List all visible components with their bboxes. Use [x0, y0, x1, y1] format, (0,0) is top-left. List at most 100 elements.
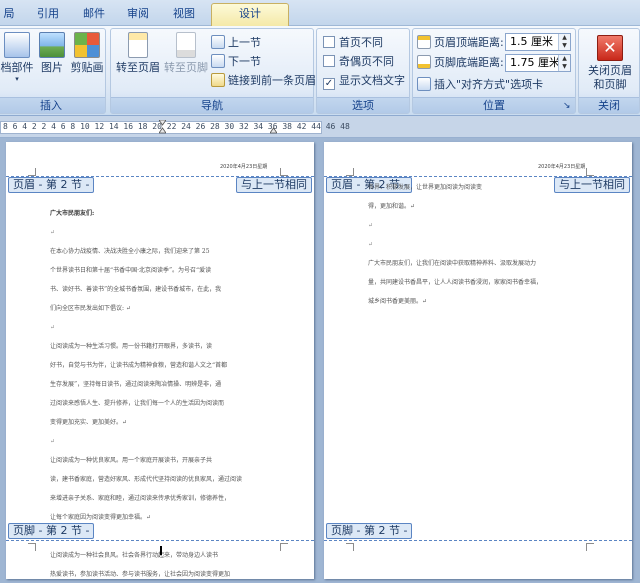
- right-indent-marker-icon[interactable]: [269, 120, 278, 134]
- header-date-field[interactable]: 2020年4月23日星期: [538, 163, 585, 170]
- previous-section-icon: [211, 35, 225, 49]
- insert-group: 档部件 ▾ 图片 剪贴画 插入: [0, 28, 106, 114]
- footer-bottom-distance-text: 页脚底端距离:: [434, 56, 504, 69]
- previous-section-label: 上一节: [228, 36, 261, 49]
- text-line: 让阅读成为一种生活习惯。用一份书籍打开眼界，多读书，读: [50, 343, 213, 350]
- header-top-distance-text: 页眉顶端距离:: [434, 36, 504, 49]
- different-first-page-label: 首页不同: [339, 36, 383, 49]
- document-page-right[interactable]: 2020年4月23日星期 页眉 - 第 2 节 - 与上一节相同 各界、积极发展…: [324, 142, 632, 579]
- text-line: 热爱读书，参加读书活动、参与读书服务，让社会因为阅读变得更加: [50, 571, 231, 578]
- header-section-tag: 页眉 - 第 2 节 -: [8, 177, 95, 193]
- picture-label: 图片: [41, 61, 63, 74]
- checkbox-unchecked-icon: [323, 36, 335, 48]
- dialog-launcher-icon[interactable]: ↘: [563, 101, 573, 111]
- text-line: 好书，自觉与书为伴，让读书成为精神食粮，营造和谐人文之“首都: [50, 362, 228, 369]
- text-line: 过阅读来感悟人生、提升修养，让我们每一个人的生活因为阅读而: [50, 400, 225, 407]
- header-top-distance-label: 页眉顶端距离:: [417, 35, 504, 51]
- goto-header-icon: [128, 32, 148, 58]
- crop-mark: [280, 543, 288, 551]
- text-line: 得，更加和谐。↵: [368, 203, 416, 210]
- spinner-arrows-icon[interactable]: ▲ ▼: [558, 34, 570, 50]
- options-group: 首页不同 奇偶页不同 ✓ 显示文档文字 选项: [316, 28, 410, 114]
- tab-layout[interactable]: 局: [0, 4, 22, 26]
- text-line: ↵: [50, 324, 56, 331]
- text-cursor: [160, 546, 162, 555]
- link-to-previous-label: 链接到前一条页眉: [228, 74, 316, 87]
- same-as-previous-tag: 与上一节相同: [554, 177, 630, 193]
- clipart-icon: [74, 32, 100, 58]
- header-top-distance-input[interactable]: 1.5 厘米 ▲ ▼: [505, 33, 571, 51]
- position-group: 页眉顶端距离: 1.5 厘米 ▲ ▼ 页脚底端距离: 1.75 厘米 ▲ ▼ 插入"…: [412, 28, 576, 114]
- tab-mailings[interactable]: 邮件: [76, 4, 112, 26]
- different-odd-even-label: 奇偶页不同: [339, 55, 394, 68]
- document-area: 2020年4月23日星期 页眉 - 第 2 节 - 与上一节相同 广大市民朋友们…: [0, 138, 640, 583]
- document-body-text[interactable]: 各界、积极发展，让世界更加阅读为阅读变 得，更加和谐。↵ ↵ ↵ 广大市民朋友们…: [368, 178, 542, 311]
- tab-review[interactable]: 审阅: [120, 4, 156, 26]
- goto-footer-icon: [176, 32, 196, 58]
- crop-mark: [28, 168, 36, 176]
- crop-mark: [28, 543, 36, 551]
- next-section-icon: [211, 54, 225, 68]
- header-date-field[interactable]: 2020年4月23日星期: [220, 163, 267, 170]
- text-line: 来增进亲子关系、家庭和睦，通过阅读来传承优秀家训，修德养性，: [50, 495, 231, 502]
- goto-header-button[interactable]: 转至页眉: [115, 32, 161, 75]
- goto-footer-label: 转至页脚: [164, 61, 208, 74]
- quick-parts-button[interactable]: 档部件 ▾: [0, 32, 35, 83]
- text-line: ↵: [50, 438, 56, 445]
- link-icon: [211, 73, 225, 87]
- crop-mark: [586, 168, 594, 176]
- clipart-label: 剪贴画: [70, 61, 104, 74]
- tab-design[interactable]: 设计: [211, 3, 289, 27]
- position-group-label: 位置: [413, 97, 575, 113]
- goto-footer-button[interactable]: 转至页脚: [163, 32, 209, 75]
- text-line: ↵: [368, 241, 374, 248]
- text-line: 广大市民朋友们，让我们在阅读中获取精神养料、汲取发展动力: [368, 260, 537, 267]
- close-header-footer-label-line1: 关闭页眉: [588, 64, 632, 77]
- text-line: 在本心协力战疫情、决战决胜全小康之际，我们迎来了第 25: [50, 248, 210, 255]
- horizontal-ruler[interactable]: 8 6 4 2 2 4 6 8 10 12 14 16 18 20 22 24 …: [0, 116, 640, 138]
- picture-icon: [39, 32, 65, 58]
- navigation-group: 转至页眉 转至页脚 上一节 下一节 链接到前一条页眉 导航: [110, 28, 316, 114]
- tab-view[interactable]: 视图: [166, 4, 202, 26]
- previous-section-button[interactable]: 上一节: [211, 35, 261, 51]
- insert-group-label: 插入: [0, 97, 105, 113]
- crop-mark: [346, 543, 354, 551]
- show-document-text-checkbox[interactable]: ✓ 显示文档文字: [323, 73, 405, 90]
- ruler-ticks: 8 6 4 2 2 4 6 8 10 12 14 16 18 20 22 24 …: [3, 122, 350, 131]
- header-position-icon: [417, 35, 431, 49]
- footer-bottom-distance-label: 页脚底端距离:: [417, 55, 504, 71]
- close-group-label: 关闭: [579, 97, 639, 113]
- alignment-tab-icon: [417, 77, 431, 91]
- clipart-button[interactable]: 剪贴画: [69, 32, 105, 75]
- text-line: 让阅读成为一种优良家风。用一个家庭开展读书，开展亲子共: [50, 457, 213, 464]
- next-section-button[interactable]: 下一节: [211, 54, 261, 70]
- checkbox-checked-icon: ✓: [323, 78, 335, 90]
- text-line: 量，共同建设书香昌平，让人人阅读书香浸润，家家阅书香幸福，: [368, 279, 543, 286]
- insert-alignment-tab-label: 插入"对齐方式"选项卡: [434, 78, 544, 91]
- insert-alignment-tab-button[interactable]: 插入"对齐方式"选项卡: [417, 77, 543, 93]
- document-page-left[interactable]: 2020年4月23日星期 页眉 - 第 2 节 - 与上一节相同 广大市民朋友们…: [6, 142, 314, 579]
- close-icon: ✕: [597, 35, 623, 61]
- text-line: ↵: [368, 222, 374, 229]
- spinner-arrows-icon[interactable]: ▲ ▼: [558, 55, 570, 71]
- footer-bottom-distance-input[interactable]: 1.75 厘米 ▲ ▼: [505, 54, 571, 72]
- quick-parts-label: 档部件: [0, 61, 34, 74]
- left-indent-marker-icon[interactable]: [158, 119, 167, 134]
- tab-references[interactable]: 引用: [30, 4, 66, 26]
- crop-mark: [280, 168, 288, 176]
- text-line: 们向全区市民发出如下倡议: ↵: [50, 305, 131, 312]
- picture-button[interactable]: 图片: [37, 32, 67, 75]
- close-header-footer-button[interactable]: ✕ 关闭页眉 和页脚: [581, 35, 639, 92]
- ribbon-tab-bar: 局 引用 邮件 审阅 视图 设计: [0, 0, 640, 27]
- navigation-group-label: 导航: [111, 97, 313, 113]
- same-as-previous-tag: 与上一节相同: [236, 177, 312, 193]
- close-header-footer-label-line2: 和页脚: [593, 78, 627, 91]
- different-odd-even-checkbox[interactable]: 奇偶页不同: [323, 54, 394, 70]
- text-line: 变得更加充实、更加美好。↵: [50, 419, 128, 426]
- next-section-label: 下一节: [228, 55, 261, 68]
- link-to-previous-button[interactable]: 链接到前一条页眉: [211, 73, 316, 89]
- text-line: 个世界读书日和第十届“书香中国·北京阅读季”。为号召“爱读: [50, 267, 212, 274]
- different-first-page-checkbox[interactable]: 首页不同: [323, 35, 383, 51]
- options-group-label: 选项: [317, 97, 409, 113]
- text-line: ↵: [50, 229, 56, 236]
